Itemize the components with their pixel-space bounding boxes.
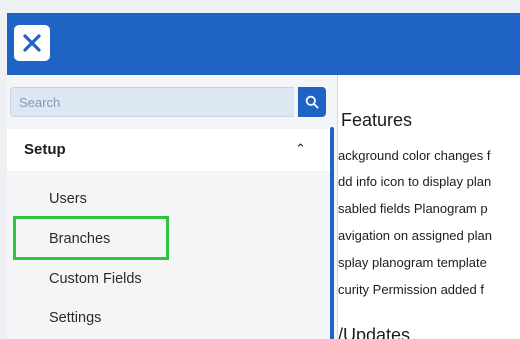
search-bar bbox=[10, 87, 326, 117]
top-bar bbox=[7, 13, 520, 75]
sidebar: Setup ⌃ Users Branches Custom Fields Set… bbox=[7, 75, 338, 339]
sidebar-scrollbar[interactable] bbox=[330, 127, 334, 339]
updates-heading: /Updates bbox=[338, 325, 411, 339]
search-button[interactable] bbox=[298, 87, 326, 117]
feature-line: curity Permission added f bbox=[338, 282, 484, 297]
features-heading: Features bbox=[341, 110, 413, 130]
feature-line: dd info icon to display plan bbox=[338, 174, 492, 189]
highlight-box bbox=[13, 216, 169, 260]
setup-section-header[interactable]: Setup ⌃ bbox=[7, 129, 332, 171]
search-input[interactable] bbox=[10, 87, 294, 117]
chevron-up-icon[interactable]: ⌃ bbox=[295, 141, 306, 157]
sidebar-item-custom-fields[interactable]: Custom Fields bbox=[49, 271, 142, 287]
feature-line: splay planogram template bbox=[338, 255, 487, 270]
close-x-icon bbox=[23, 34, 41, 52]
feature-line: sabled fields Planogram p bbox=[338, 201, 488, 216]
release-notes-panel: Features ackground color changes f dd in… bbox=[338, 75, 520, 339]
feature-line: avigation on assigned plan bbox=[338, 228, 492, 243]
sidebar-item-users[interactable]: Users bbox=[49, 191, 87, 207]
section-title: Setup bbox=[24, 141, 66, 158]
search-icon bbox=[305, 95, 319, 109]
close-button[interactable] bbox=[14, 25, 50, 61]
feature-line: ackground color changes f bbox=[338, 148, 491, 163]
app-window: Setup ⌃ Users Branches Custom Fields Set… bbox=[7, 13, 520, 339]
sidebar-item-settings[interactable]: Settings bbox=[49, 310, 101, 326]
